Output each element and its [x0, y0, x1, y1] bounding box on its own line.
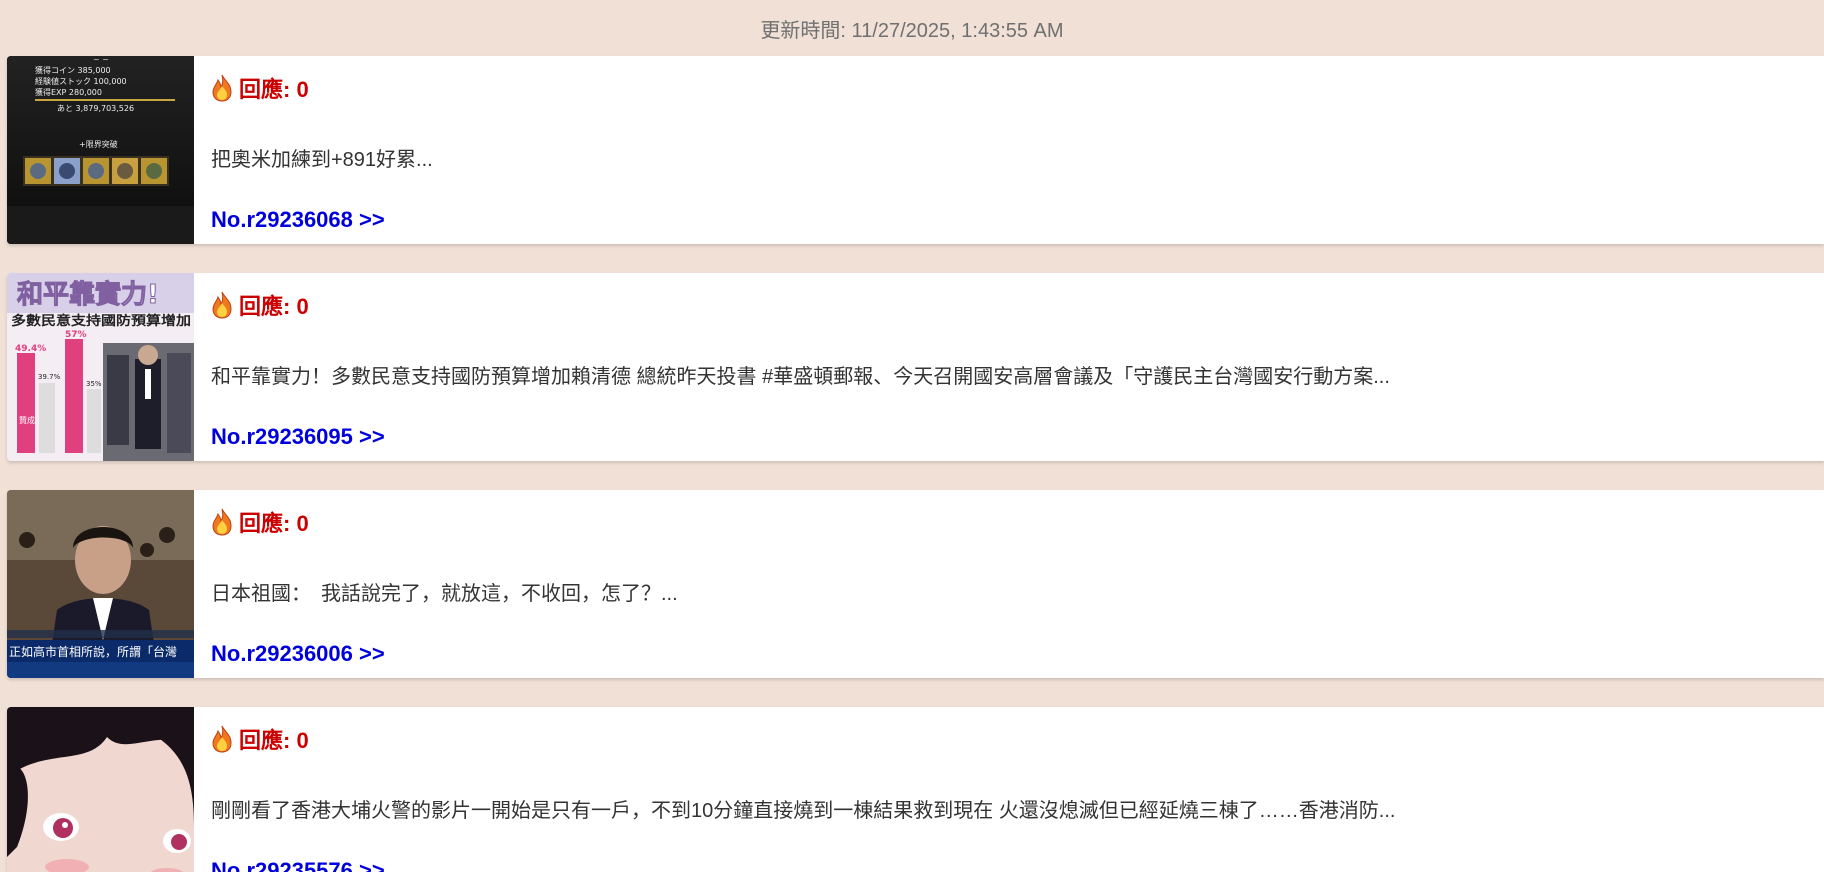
- post-link[interactable]: No.r29236095 >>: [211, 424, 385, 450]
- thumb-text-3: 獲得EXP 280,000: [35, 87, 102, 97]
- post-link[interactable]: No.r29236006 >>: [211, 641, 385, 667]
- update-time-text: 更新時間: 11/27/2025, 1:43:55 AM: [760, 19, 1064, 42]
- thumb-title: 和平靠實力!: [17, 279, 159, 310]
- post-snippet: 和平靠實力！多數民意支持國防預算增加賴清德 總統昨天投書 #華盛頓郵報、今天召開…: [211, 366, 1390, 388]
- post-card[interactable]: ~ ~ 獲得コイン 385,000 経験値ストック 100,000 獲得EXP …: [7, 56, 1824, 244]
- post-body: 回應: 0 剛剛看了香港大埔火警的影片一開始是只有一戶，不到10分鐘直接燒到一棟…: [194, 707, 1824, 872]
- thumb-val-5: 贊成: [19, 415, 35, 425]
- reply-label: 回應: 0: [239, 511, 309, 536]
- thumb-val-4: 35%: [86, 380, 102, 388]
- post-snippet: 日本祖國： 我話說完了，就放這，不收回，怎了？...: [211, 583, 678, 605]
- fire-icon: [212, 291, 232, 319]
- reply-label: 回應: 0: [239, 294, 309, 319]
- post-link[interactable]: No.r29236068 >>: [211, 207, 385, 233]
- post-snippet: 剛剛看了香港大埔火警的影片一開始是只有一戶，不到10分鐘直接燒到一棟結果救到現在…: [211, 800, 1396, 822]
- reply-count: 回應: 0: [211, 723, 309, 755]
- fire-icon: [212, 74, 232, 102]
- thumb-text-1: 獲得コイン 385,000: [35, 65, 111, 75]
- reply-count: 回應: 0: [211, 506, 309, 538]
- update-time-bar: 更新時間: 11/27/2025, 1:43:55 AM: [0, 0, 1824, 56]
- post-thumbnail[interactable]: ~ ~ 獲得コイン 385,000 経験値ストック 100,000 獲得EXP …: [7, 56, 194, 244]
- fire-icon: [212, 508, 232, 536]
- post-thumbnail[interactable]: 正如高市首相所說，所謂「台灣: [7, 490, 194, 678]
- post-card[interactable]: 正如高市首相所說，所謂「台灣 回應: 0 日本祖國： 我話說完了，就放這，不收回…: [7, 490, 1824, 678]
- thumb-text-5: +限界突破: [79, 139, 118, 149]
- post-link[interactable]: No.r29235576 >>: [211, 858, 385, 872]
- thumb-val-2: 57%: [65, 330, 87, 340]
- post-body: 回應: 0 把奧米加練到+891好累... No.r29236068 >>: [194, 56, 1824, 244]
- post-thumbnail[interactable]: [7, 707, 194, 872]
- fire-icon: [212, 725, 232, 753]
- thumb-text-2: 経験値ストック 100,000: [35, 76, 127, 86]
- thumb-subtitle: 多數民意支持國防預算增加: [11, 313, 191, 329]
- post-card[interactable]: 和平靠實力! 多數民意支持國防預算增加 49.4% 57% 39.7% 35% …: [7, 273, 1824, 461]
- post-card[interactable]: 回應: 0 剛剛看了香港大埔火警的影片一開始是只有一戶，不到10分鐘直接燒到一棟…: [7, 707, 1824, 872]
- post-snippet: 把奧米加練到+891好累...: [211, 149, 433, 171]
- post-thumbnail[interactable]: 和平靠實力! 多數民意支持國防預算增加 49.4% 57% 39.7% 35% …: [7, 273, 194, 461]
- thumb-val-1: 49.4%: [15, 344, 46, 354]
- reply-label: 回應: 0: [239, 77, 309, 102]
- reply-count: 回應: 0: [211, 289, 309, 321]
- thumb-caption: 正如高市首相所說，所謂「台灣: [9, 644, 177, 659]
- thumb-text-4: あと 3,879,703,526: [57, 104, 134, 113]
- svg-text:~ ~: ~ ~: [93, 56, 109, 64]
- post-body: 回應: 0 日本祖國： 我話說完了，就放這，不收回，怎了？... No.r292…: [194, 490, 1824, 678]
- reply-count: 回應: 0: [211, 72, 309, 104]
- thumb-val-3: 39.7%: [38, 373, 61, 381]
- post-body: 回應: 0 和平靠實力！多數民意支持國防預算增加賴清德 總統昨天投書 #華盛頓郵…: [194, 273, 1824, 461]
- reply-label: 回應: 0: [239, 728, 309, 753]
